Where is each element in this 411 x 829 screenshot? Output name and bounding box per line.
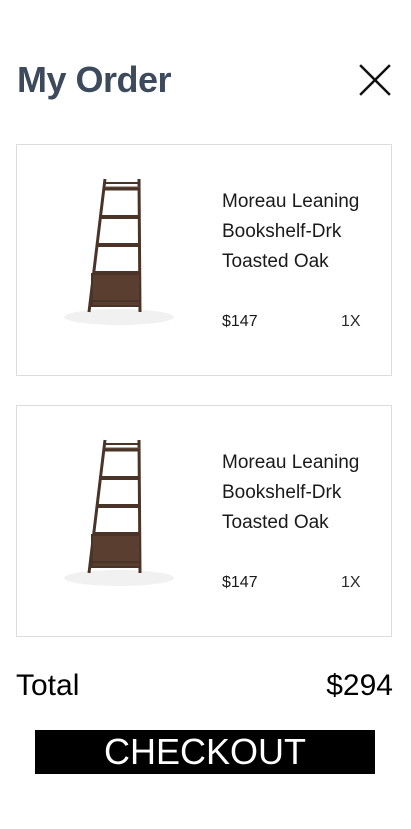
- total-label: Total: [16, 669, 80, 702]
- order-item-card[interactable]: Moreau Leaning Bookshelf-Drk Toasted Oak…: [16, 405, 392, 637]
- product-image: [63, 428, 181, 588]
- product-name: Moreau Leaning Bookshelf-Drk Toasted Oak: [222, 191, 360, 272]
- product-quantity: 1X: [341, 313, 361, 330]
- product-name: Moreau Leaning Bookshelf-Drk Toasted Oak: [222, 452, 360, 533]
- close-icon: [359, 64, 391, 96]
- order-item-card[interactable]: Moreau Leaning Bookshelf-Drk Toasted Oak…: [16, 144, 392, 376]
- page-title: My Order: [17, 59, 172, 100]
- total-value: $294: [326, 669, 393, 702]
- product-quantity: 1X: [341, 574, 361, 591]
- product-image: [63, 167, 181, 327]
- close-button[interactable]: [353, 58, 397, 102]
- bookshelf-image: [64, 439, 174, 586]
- bookshelf-image: [64, 178, 174, 325]
- product-price: $147: [222, 574, 258, 591]
- product-price: $147: [222, 313, 258, 330]
- checkout-button[interactable]: CHECKOUT: [35, 730, 375, 774]
